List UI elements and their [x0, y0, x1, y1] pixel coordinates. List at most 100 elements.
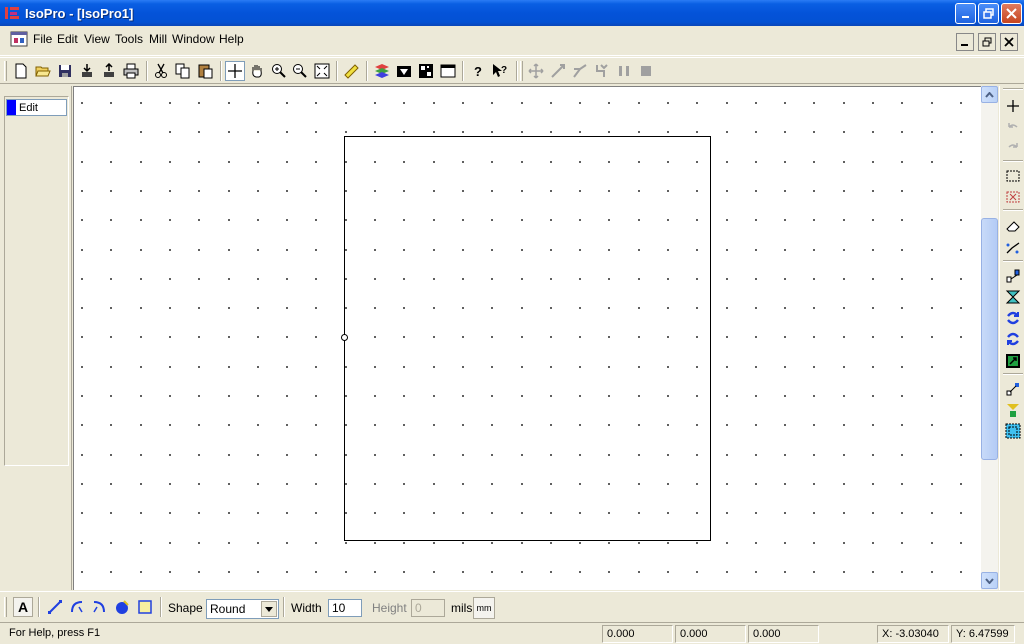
route-icon[interactable]: [570, 61, 590, 81]
drawing-canvas[interactable]: [73, 86, 981, 590]
dropdown-arrow-button[interactable]: [261, 601, 277, 617]
drawing-surface[interactable]: [74, 87, 981, 590]
node-icon[interactable]: [1003, 266, 1023, 286]
text-tool-button[interactable]: A: [13, 597, 33, 617]
crosshair-icon[interactable]: [225, 61, 245, 81]
mdi-restore-button[interactable]: [978, 33, 996, 51]
toolbar-separator: [146, 61, 148, 81]
move-icon[interactable]: [526, 61, 546, 81]
rotate-ccw-icon[interactable]: [1003, 329, 1023, 349]
toolbar-separator: [1003, 209, 1023, 211]
mdi-minimize-button[interactable]: [956, 33, 974, 51]
pause-icon[interactable]: [614, 61, 634, 81]
units-toggle-button[interactable]: mm: [473, 597, 495, 619]
line-icon[interactable]: [548, 61, 568, 81]
toolbar-grip[interactable]: [1003, 88, 1023, 90]
board-outline[interactable]: [344, 136, 711, 541]
restore-button[interactable]: [978, 3, 999, 24]
layer-color-swatch: [7, 100, 16, 115]
restore-icon: [982, 37, 992, 47]
rotate-cw-icon[interactable]: [1003, 308, 1023, 328]
scroll-down-button[interactable]: [981, 572, 998, 589]
menu-bar: File Edit View Tools Mill Window Help: [0, 26, 1024, 56]
board-origin-marker[interactable]: [341, 334, 348, 341]
measure-icon[interactable]: [341, 61, 361, 81]
width-input[interactable]: [328, 599, 362, 617]
zoom-fit-icon[interactable]: [312, 61, 332, 81]
layer-color-icon[interactable]: [394, 61, 414, 81]
scroll-up-button[interactable]: [981, 86, 998, 103]
document-icon[interactable]: [10, 30, 28, 48]
window-icon[interactable]: [438, 61, 458, 81]
copy-icon[interactable]: [173, 61, 193, 81]
context-help-icon[interactable]: ?: [490, 61, 510, 81]
help-icon[interactable]: ?: [468, 61, 488, 81]
toolbar-separator: [1003, 260, 1023, 262]
trace-icon[interactable]: [1003, 238, 1023, 258]
new-file-icon[interactable]: [11, 61, 31, 81]
menu-window[interactable]: Window: [170, 31, 217, 47]
chevron-up-icon: [985, 91, 994, 98]
status-pane-3: 0.000: [748, 625, 819, 643]
toolbar-grip[interactable]: [4, 597, 7, 617]
export-icon[interactable]: [99, 61, 119, 81]
zoom-out-icon[interactable]: [290, 61, 310, 81]
toolbar-grip[interactable]: [520, 61, 523, 81]
height-input[interactable]: [411, 599, 445, 617]
import-icon[interactable]: [77, 61, 97, 81]
paste-icon[interactable]: [195, 61, 215, 81]
tool-options-bar: A Shape Round Width Height mils mm: [0, 591, 1024, 621]
eraser-icon[interactable]: [1003, 216, 1023, 236]
scroll-thumb[interactable]: [981, 218, 998, 460]
stop-icon[interactable]: [636, 61, 656, 81]
select-all-icon[interactable]: [1003, 421, 1023, 441]
menu-edit[interactable]: Edit: [55, 31, 80, 47]
connect-icon[interactable]: [1003, 379, 1023, 399]
menu-file[interactable]: File: [31, 31, 54, 47]
open-folder-icon[interactable]: [33, 61, 53, 81]
close-button[interactable]: [1001, 3, 1022, 24]
pan-hand-icon[interactable]: [247, 61, 267, 81]
toolbar-separator: [366, 61, 368, 81]
menu-help[interactable]: Help: [217, 31, 246, 47]
minimize-button[interactable]: [955, 3, 976, 24]
cut-icon[interactable]: [151, 61, 171, 81]
menu-tools[interactable]: Tools: [113, 31, 145, 47]
zoom-in-icon[interactable]: [269, 61, 289, 81]
height-label: Height: [372, 601, 407, 615]
select-rect-icon[interactable]: [1003, 166, 1023, 186]
draw-rectangle-icon[interactable]: [135, 597, 155, 617]
restore-icon: [983, 8, 994, 19]
deselect-icon[interactable]: [1003, 187, 1023, 207]
step-icon[interactable]: [592, 61, 612, 81]
toolbar-separator: [1003, 373, 1023, 375]
undo-icon[interactable]: [1003, 118, 1023, 138]
shape-dropdown[interactable]: Round: [206, 599, 279, 619]
layers-icon[interactable]: [372, 61, 392, 81]
status-pane-2: 0.000: [675, 625, 746, 643]
mdi-close-button[interactable]: [1000, 33, 1018, 51]
flip-icon[interactable]: [1003, 287, 1023, 307]
layer-item-edit[interactable]: Edit: [6, 99, 67, 116]
save-icon[interactable]: [55, 61, 75, 81]
status-pane-1: 0.000: [602, 625, 673, 643]
cross-icon[interactable]: [1003, 96, 1023, 116]
shape-label: Shape: [168, 601, 203, 615]
vertical-scrollbar[interactable]: [981, 86, 998, 590]
toolbar-grip[interactable]: [4, 61, 7, 81]
grid-pattern-icon[interactable]: [416, 61, 436, 81]
print-icon[interactable]: [121, 61, 141, 81]
draw-circle-icon[interactable]: [112, 597, 132, 617]
close-icon: [1004, 37, 1014, 47]
minimize-icon: [962, 16, 969, 18]
menu-view[interactable]: View: [82, 31, 112, 47]
align-icon[interactable]: [1003, 400, 1023, 420]
title-bar[interactable]: IsoPro - [IsoPro1]: [0, 0, 1024, 26]
redo-icon[interactable]: [1003, 138, 1023, 158]
draw-arc-ccw-icon[interactable]: [89, 597, 109, 617]
menu-mill[interactable]: Mill: [147, 31, 169, 47]
group-icon[interactable]: [1003, 351, 1023, 371]
svg-text:?: ?: [501, 65, 507, 76]
draw-arc-cw-icon[interactable]: [67, 597, 87, 617]
draw-line-icon[interactable]: [45, 597, 65, 617]
